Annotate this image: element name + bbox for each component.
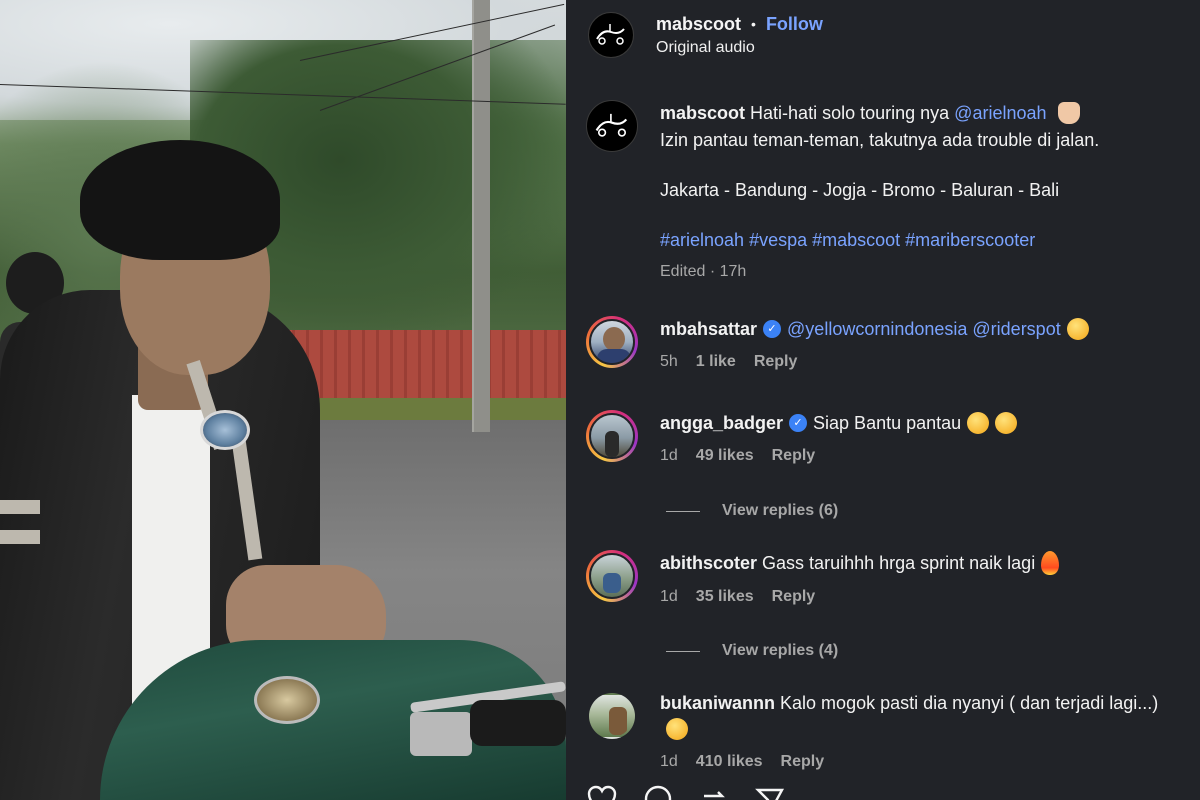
video-utility-pole [472, 0, 490, 432]
post-actions [586, 784, 786, 800]
video-hair [80, 140, 280, 260]
caption-mention[interactable]: @arielnoah [954, 103, 1046, 123]
verified-badge-icon: ✓ [789, 413, 808, 432]
caption-route: Jakarta - Bandung - Jogja - Bromo - Balu… [660, 179, 1060, 200]
commenter-avatar[interactable] [586, 410, 638, 462]
follow-button[interactable]: Follow [766, 13, 823, 35]
caption-avatar[interactable] [586, 100, 638, 152]
view-replies-line [666, 510, 700, 512]
comment-time: 1d [660, 587, 678, 605]
comment-text: Siap Bantu pantau [813, 413, 962, 433]
comment-username[interactable]: bukaniwannn [660, 693, 775, 713]
scooter-clamp [410, 712, 472, 756]
reply-button[interactable]: Reply [781, 753, 825, 771]
comment-meta: 1d 410 likes Reply [660, 753, 1180, 771]
comment-likes[interactable]: 1 like [696, 353, 736, 371]
raising-hands-icon [1057, 101, 1080, 124]
comment-item: angga_badger ✓ Siap Bantu pantau 1d 49 lik… [586, 410, 1186, 465]
view-replies-button[interactable]: View replies (6) [666, 502, 838, 520]
jacket-stripe [0, 530, 40, 544]
comment-text: Kalo mogok pasti dia nyanyi ( dan terjad… [780, 693, 1159, 713]
comment-likes[interactable]: 35 likes [696, 588, 754, 606]
grinning-face-icon [1066, 317, 1089, 340]
mabscoot-logo-icon [591, 105, 633, 147]
comment-icon[interactable] [642, 784, 674, 800]
comment-username[interactable]: angga_badger [660, 413, 783, 433]
comment-item: bukaniwannn Kalo mogok pasti dia nyanyi … [586, 690, 1186, 771]
like-icon[interactable] [586, 784, 618, 800]
reel-video[interactable] [0, 0, 566, 800]
repost-icon[interactable] [698, 784, 730, 800]
post-username[interactable]: mabscoot [656, 13, 741, 35]
verified-badge-icon: ✓ [763, 319, 782, 338]
reel-viewer: mabscoot • Follow Original audio mabscoo… [0, 0, 1200, 800]
reply-button[interactable]: Reply [772, 447, 816, 465]
comment-body: abithscoter Gass taruihhh hrga sprint na… [660, 550, 1180, 606]
comment-time: 1d [660, 446, 678, 464]
comment-username[interactable]: abithscoter [660, 553, 757, 573]
comment-meta: 1d 49 likes Reply [660, 447, 1180, 465]
reply-button[interactable]: Reply [754, 353, 798, 371]
post-header: mabscoot • Follow Original audio [588, 10, 1188, 60]
caption-line-2: Izin pantau teman-teman, takutnya ada tr… [660, 129, 1100, 150]
caption-username[interactable]: mabscoot [660, 103, 745, 123]
reply-button[interactable]: Reply [772, 588, 816, 606]
commenter-avatar[interactable] [586, 316, 638, 368]
view-replies-button[interactable]: View replies (4) [666, 642, 838, 660]
caption-meta: Edited · 17h [660, 262, 747, 280]
post-header-top: mabscoot • Follow [656, 13, 823, 35]
fire-icon [1041, 550, 1060, 575]
caption-hashtags[interactable]: #arielnoah #vespa #mabscoot #mariberscoo… [660, 227, 1180, 253]
comment-likes[interactable]: 49 likes [696, 447, 754, 465]
comment-meta: 5h 1 like Reply [660, 353, 1180, 371]
caption-line-1: mabscoot Hati-hati solo touring nya @ari… [660, 100, 1180, 127]
commenter-avatar[interactable] [586, 690, 638, 742]
comment-text-line: abithscoter Gass taruihhh hrga sprint na… [660, 550, 1180, 578]
comment-item: abithscoter Gass taruihhh hrga sprint na… [586, 550, 1186, 606]
view-replies-label: View replies (4) [722, 642, 839, 659]
post-header-meta: mabscoot • Follow Original audio [656, 13, 823, 57]
comment-item: mbahsattar ✓ @yellowcornindonesia @ridersp… [586, 316, 1186, 371]
original-audio-link[interactable]: Original audio [656, 39, 823, 57]
comment-time: 5h [660, 352, 678, 370]
comment-mentions[interactable]: @yellowcornindonesia @riderspot [787, 319, 1061, 339]
caption-body: mabscoot Hati-hati solo touring nya @ari… [660, 100, 1180, 285]
scooter-grip [470, 700, 566, 746]
comment-meta: 1d 35 likes Reply [660, 588, 1180, 606]
jacket-patch [200, 410, 250, 450]
comments-panel: mabscoot • Follow Original audio mabscoo… [566, 0, 1200, 800]
view-replies-label: View replies (6) [722, 502, 839, 519]
comment-text-line: bukaniwannn Kalo mogok pasti dia nyanyi … [660, 690, 1180, 743]
mabscoot-logo-icon [592, 16, 630, 54]
comment-text: Gass taruihhh hrga sprint naik lagi [762, 553, 1036, 573]
comment-time: 1d [660, 752, 678, 770]
scooter-gauge [254, 676, 320, 724]
caption-text: Hati-hati solo touring nya [750, 103, 950, 123]
mabscoot-avatar[interactable] [588, 12, 634, 58]
share-icon[interactable] [754, 784, 786, 800]
comment-username[interactable]: mbahsattar [660, 319, 757, 339]
commenter-avatar[interactable] [586, 550, 638, 602]
comment-text-line: angga_badger ✓ Siap Bantu pantau [660, 410, 1180, 437]
face-with-tears-of-joy-icon [666, 717, 688, 740]
heart-eyes-icon [967, 411, 990, 434]
comment-text-line: mbahsattar ✓ @yellowcornindonesia @ridersp… [660, 316, 1180, 343]
comment-body: bukaniwannn Kalo mogok pasti dia nyanyi … [660, 690, 1180, 771]
post-caption: mabscoot Hati-hati solo touring nya @ari… [586, 100, 1186, 285]
comment-body: mbahsattar ✓ @yellowcornindonesia @ridersp… [660, 316, 1180, 371]
comment-likes[interactable]: 410 likes [696, 753, 763, 771]
separator-dot: • [751, 16, 756, 32]
jacket-stripe [0, 500, 40, 514]
heart-eyes-icon [995, 411, 1018, 434]
comment-body: angga_badger ✓ Siap Bantu pantau 1d 49 lik… [660, 410, 1180, 465]
view-replies-line [666, 650, 700, 652]
